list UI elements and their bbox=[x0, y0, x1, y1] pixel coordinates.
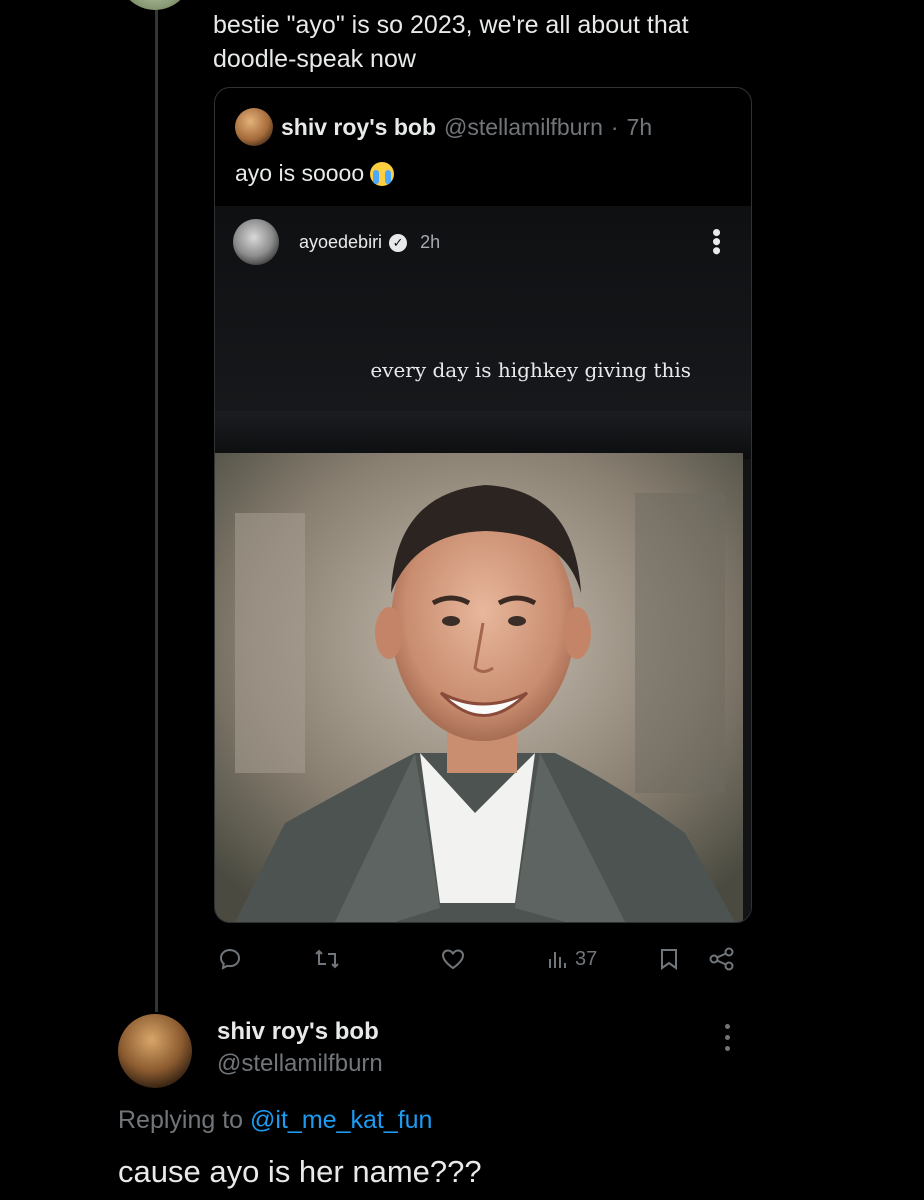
embedded-user-info: ayoedebiri ✓ 2h bbox=[299, 232, 440, 253]
embedded-user-avatar bbox=[233, 219, 279, 265]
quoted-author-handle[interactable]: @stellamilfburn bbox=[444, 114, 603, 141]
reply-icon bbox=[219, 948, 241, 970]
replying-to-line: Replying to @it_me_kat_fun bbox=[118, 1106, 432, 1135]
embedded-photo bbox=[215, 453, 743, 922]
dot-separator: · bbox=[610, 113, 619, 140]
embedded-more-icon: ••• bbox=[702, 228, 732, 256]
reply-tweet-text: bestie "ayo" is so 2023, we're all about… bbox=[213, 8, 773, 76]
verified-badge-icon: ✓ bbox=[389, 233, 408, 252]
retweet-button[interactable] bbox=[314, 940, 340, 978]
quoted-tweet-media[interactable]: ayoedebiri ✓ 2h ••• every day is highkey… bbox=[215, 206, 751, 922]
embedded-divider-band bbox=[215, 411, 751, 459]
previous-user-avatar[interactable] bbox=[118, 0, 192, 10]
replying-to-link[interactable]: @it_me_kat_fun bbox=[250, 1106, 432, 1134]
bookmark-icon bbox=[661, 949, 677, 970]
author-name[interactable]: shiv roy's bob bbox=[217, 1018, 379, 1046]
retweet-icon bbox=[315, 949, 339, 969]
embedded-screenshot-header: ayoedebiri ✓ 2h ••• every day is highkey… bbox=[215, 206, 751, 411]
embedded-username: ayoedebiri bbox=[299, 232, 383, 252]
post-text: cause ayo is her name??? bbox=[118, 1154, 482, 1189]
reply-text-line-1: bestie "ayo" is so 2023, we're all about… bbox=[213, 11, 689, 39]
more-options-icon[interactable] bbox=[724, 1024, 732, 1058]
quoted-author-avatar[interactable] bbox=[235, 108, 273, 146]
tweet-action-bar: 37 bbox=[214, 940, 754, 978]
quoted-tweet-time[interactable]: 7h bbox=[627, 114, 653, 141]
like-button[interactable] bbox=[440, 940, 466, 978]
thread-connector-line bbox=[155, 0, 158, 1012]
quoted-tweet-body: ayo is soooo bbox=[235, 160, 365, 186]
replying-to-label: Replying to bbox=[118, 1106, 244, 1134]
quoted-tweet-header: shiv roy's bob @stellamilfburn · 7h bbox=[235, 108, 652, 146]
reply-button[interactable] bbox=[218, 940, 242, 978]
quoted-author-name[interactable]: shiv roy's bob bbox=[281, 114, 436, 141]
reply-text-line-2: doodle-speak now bbox=[213, 45, 416, 73]
share-icon bbox=[709, 947, 734, 971]
views-button[interactable]: 37 bbox=[546, 940, 597, 978]
quoted-tweet-card[interactable]: shiv roy's bob @stellamilfburn · 7h ayo … bbox=[214, 87, 752, 923]
portrait-illustration bbox=[215, 453, 743, 922]
quoted-tweet-text: ayo is soooo bbox=[235, 160, 395, 187]
views-icon bbox=[549, 952, 566, 968]
share-button[interactable] bbox=[708, 940, 736, 978]
heart-icon bbox=[441, 949, 465, 970]
bookmark-button[interactable] bbox=[658, 940, 680, 978]
embedded-post-time: 2h bbox=[420, 232, 441, 252]
loudly-crying-emoji-icon bbox=[370, 161, 395, 186]
author-avatar[interactable] bbox=[118, 1014, 192, 1088]
views-count: 37 bbox=[575, 947, 598, 970]
embedded-caption: every day is highkey giving this bbox=[370, 358, 691, 382]
author-handle[interactable]: @stellamilfburn bbox=[217, 1050, 383, 1078]
